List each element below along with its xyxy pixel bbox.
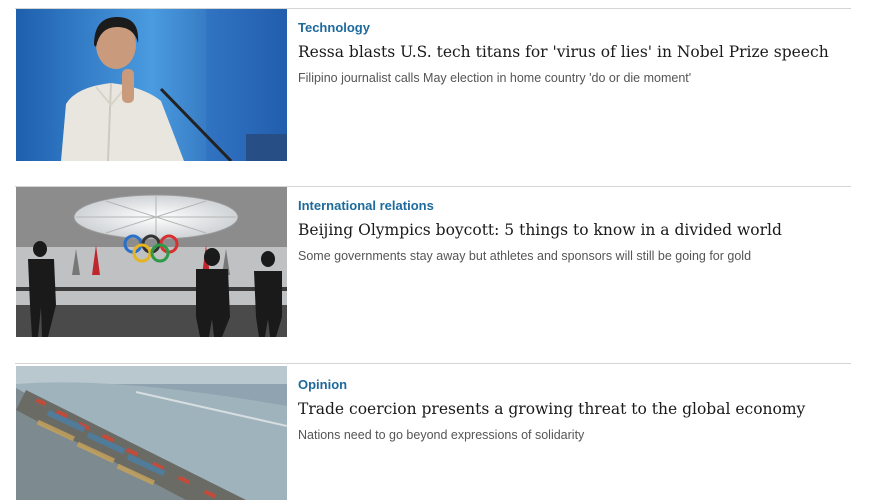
article-card: Opinion Trade coercion presents a growin… (0, 366, 877, 500)
article-thumbnail[interactable] (16, 366, 287, 500)
article-summary: Some governments stay away but athletes … (298, 249, 752, 263)
article-summary: Nations need to go beyond expressions of… (298, 428, 585, 442)
article-headline-link[interactable]: Ressa blasts U.S. tech titans for 'virus… (298, 42, 850, 62)
article-text: Opinion Trade coercion presents a growin… (298, 376, 850, 443)
article-thumbnail[interactable] (16, 9, 287, 161)
article-card: Technology Ressa blasts U.S. tech titans… (0, 9, 877, 161)
article-category-link[interactable]: International relations (298, 197, 850, 215)
article-summary: Filipino journalist calls May election i… (298, 71, 692, 85)
article-text: Technology Ressa blasts U.S. tech titans… (298, 19, 850, 86)
article-thumbnail[interactable] (16, 187, 287, 337)
journalist-photo (16, 9, 287, 161)
article-headline-link[interactable]: Beijing Olympics boycott: 5 things to kn… (298, 220, 850, 240)
article-category-link[interactable]: Opinion (298, 376, 850, 394)
article-headline-link[interactable]: Trade coercion presents a growing threat… (298, 399, 850, 419)
article-category-link[interactable]: Technology (298, 19, 850, 37)
article-card: International relations Beijing Olympics… (0, 187, 877, 337)
olympic-exhibition-photo (16, 187, 287, 337)
container-port-photo (16, 366, 287, 500)
article-divider (15, 363, 851, 364)
article-text: International relations Beijing Olympics… (298, 197, 850, 264)
